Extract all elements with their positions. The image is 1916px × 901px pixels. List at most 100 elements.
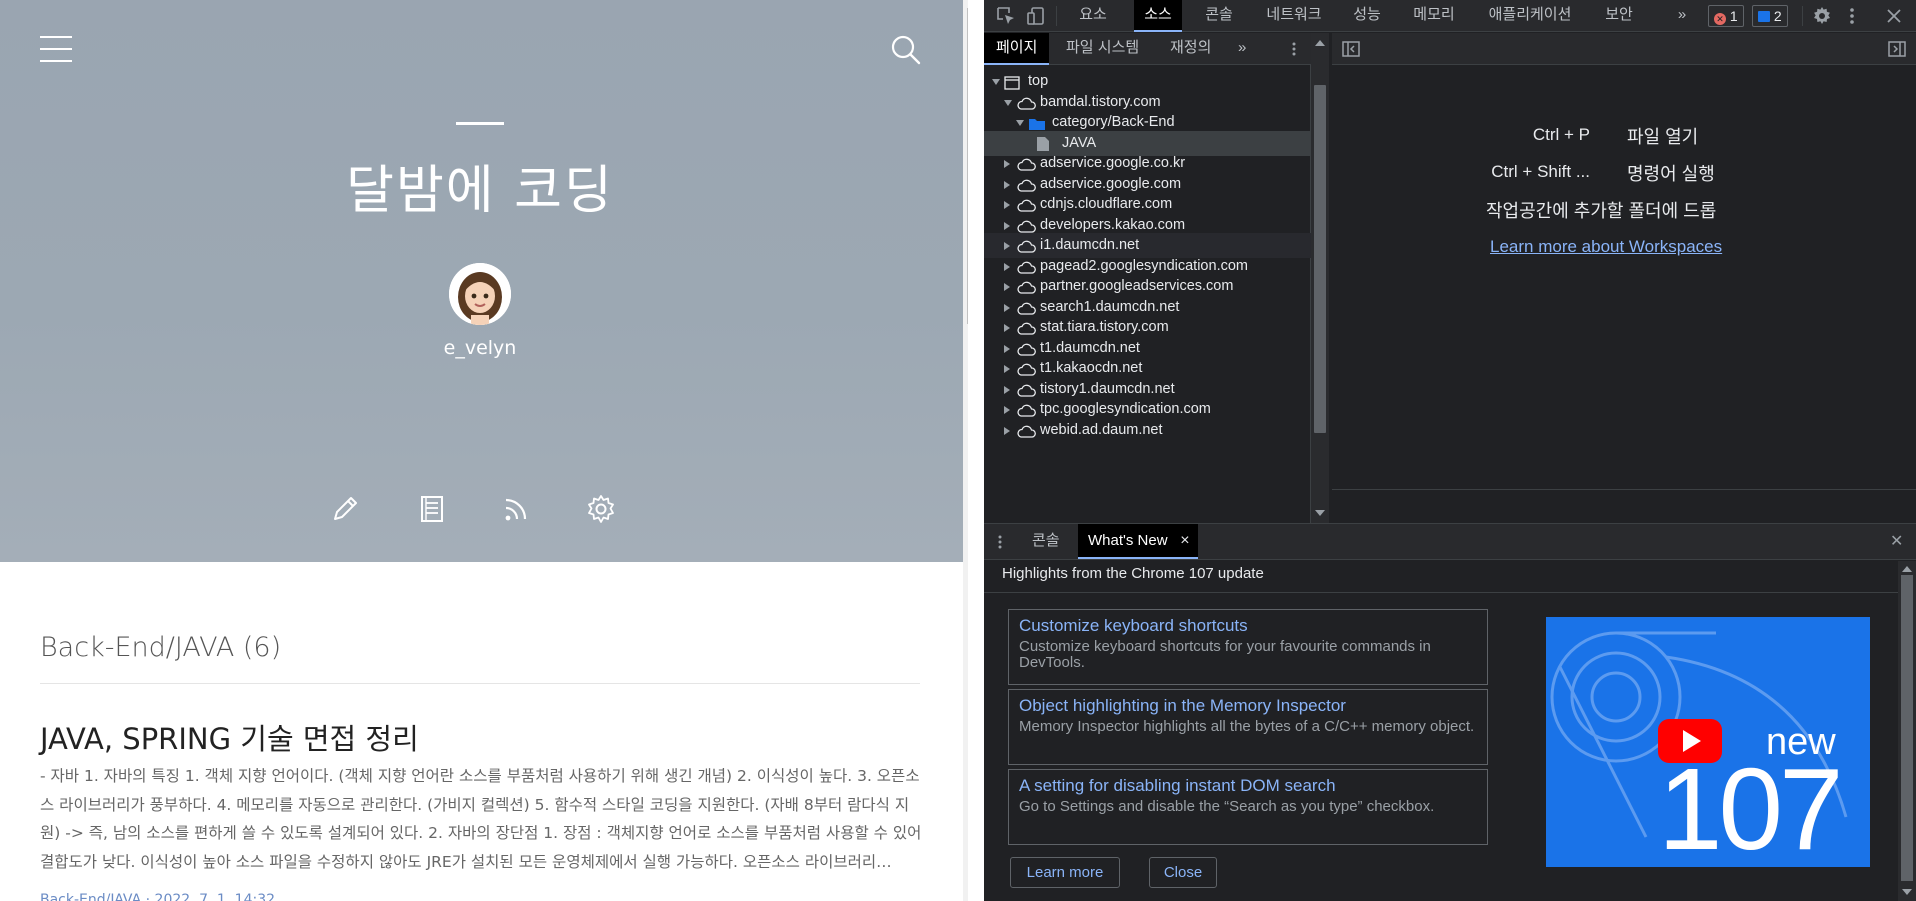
scrollbar-thumb[interactable] (1314, 85, 1326, 433)
error-count-badge[interactable]: ✕ 1 (1708, 5, 1744, 27)
separator (1056, 6, 1057, 26)
excerpt-line: 결합도가 낮다. 이식성이 높아 소스 파일을 수정하지 않아도 JRE가 설치… (40, 852, 892, 871)
scroll-up-arrow[interactable] (1902, 566, 1912, 572)
book-icon[interactable] (416, 493, 448, 525)
avatar[interactable] (449, 263, 511, 325)
more-navigator-tabs[interactable]: » (1238, 33, 1246, 65)
post-meta[interactable]: Back-End/JAVA · 2022. 7. 1. 14:32 (40, 892, 275, 901)
tab-console[interactable]: 콘솔 (1194, 0, 1244, 32)
toggle-debugger-icon[interactable] (1888, 41, 1906, 57)
collapse-triangle-icon[interactable] (1004, 426, 1010, 435)
feature-desc: Go to Settings and disable the “Search a… (1019, 798, 1435, 815)
collapse-triangle-icon[interactable] (1004, 385, 1010, 394)
separator (1802, 6, 1803, 26)
feature-title[interactable]: Object highlighting in the Memory Inspec… (1019, 695, 1477, 717)
feature-card[interactable]: Customize keyboard shortcuts Customize k… (1008, 609, 1488, 685)
tab-page[interactable]: 페이지 (984, 33, 1050, 65)
excerpt-line: 스 라이브러리가 풍부하다. 4. 메모리를 자동으로 관리한다. (가비지 컬… (40, 795, 910, 814)
collapse-triangle-icon[interactable] (1004, 283, 1010, 291)
feature-title[interactable]: Customize keyboard shortcuts (1019, 615, 1477, 637)
post-title[interactable]: JAVA, SPRING 기술 면접 정리 (40, 716, 419, 758)
feature-card[interactable]: A setting for disabling instant DOM sear… (1008, 769, 1488, 845)
menu-icon[interactable] (40, 36, 72, 62)
collapse-triangle-icon[interactable] (1004, 344, 1010, 353)
scroll-up-arrow[interactable] (1315, 40, 1325, 46)
scrollbar-thumb[interactable] (1901, 575, 1913, 881)
tab-security[interactable]: 보안 (1596, 0, 1642, 32)
collapse-triangle-icon[interactable] (1004, 221, 1010, 230)
collapse-triangle-icon[interactable] (1004, 406, 1010, 414)
pencil-icon[interactable] (329, 493, 361, 525)
whats-new-heading: Highlights from the Chrome 107 update (1002, 565, 1264, 582)
editor-pane: Ctrl + P 파일 열기 Ctrl + Shift ... 명령어 실행 작… (1332, 33, 1916, 523)
drawer-menu-icon[interactable] (992, 534, 1008, 550)
tab-overrides[interactable]: 재정의 (1170, 33, 1211, 65)
collapse-triangle-icon[interactable] (1004, 303, 1010, 312)
message-count: 2 (1773, 8, 1782, 24)
collapse-triangle-icon[interactable] (1004, 242, 1010, 250)
feature-desc: Customize keyboard shortcuts for your fa… (1019, 638, 1431, 671)
navigator-scrollbar[interactable] (1311, 33, 1329, 523)
close-button[interactable]: Close (1149, 857, 1217, 888)
shortcut-keys: Ctrl + Shift ... (1491, 162, 1590, 181)
toggle-navigator-icon[interactable] (1342, 41, 1360, 57)
file-tree: top bamdal.tistory.com category/Back-End JA… (984, 69, 1311, 519)
editor-status-bar (1332, 489, 1916, 523)
settings-gear-icon[interactable] (1812, 6, 1832, 26)
error-count: 1 (1729, 8, 1738, 24)
learn-more-button[interactable]: Learn more (1010, 857, 1120, 888)
expand-triangle-icon[interactable] (992, 79, 1000, 85)
close-devtools-icon[interactable] (1884, 6, 1904, 26)
expand-triangle-icon[interactable] (1004, 99, 1012, 106)
collapse-triangle-icon[interactable] (1004, 365, 1010, 373)
divider (968, 0, 984, 901)
drawer-scrollbar[interactable] (1898, 561, 1916, 901)
collapse-triangle-icon[interactable] (1004, 160, 1010, 168)
search-icon[interactable] (890, 34, 922, 66)
scroll-down-arrow[interactable] (1315, 510, 1325, 516)
chrome-107-promo-image: new 107 (1546, 617, 1870, 867)
excerpt-line: - 자바 1. 자바의 특징 1. 객체 지향 언어이다. (객체 지향 언어란… (40, 767, 920, 785)
drawer-tab-console[interactable]: 콘솔 (1032, 524, 1060, 559)
message-icon (1758, 11, 1770, 22)
tab-label: What's New (1088, 532, 1168, 549)
more-tabs-button[interactable]: » (1672, 0, 1692, 32)
drawer-tab-whats-new[interactable]: What's New × (1078, 524, 1198, 559)
more-options-icon[interactable] (1842, 6, 1862, 26)
shortcut-action: 파일 열기 (1627, 127, 1699, 147)
workspaces-link[interactable]: Learn more about Workspaces (1490, 237, 1722, 257)
tab-application[interactable]: 애플리케이션 (1476, 0, 1584, 32)
more-options-icon[interactable] (1286, 41, 1302, 57)
tab-filesystem[interactable]: 파일 시스템 (1066, 33, 1139, 65)
error-icon: ✕ (1714, 13, 1726, 25)
message-count-badge[interactable]: 2 (1752, 5, 1788, 27)
blog-page: 달밤에 코딩 e_velyn Back-End/JAVA (6) JAVA, S… (0, 0, 968, 901)
rss-icon[interactable] (500, 493, 532, 525)
tab-memory[interactable]: 메모리 (1404, 0, 1464, 32)
tab-elements[interactable]: 요소 (1068, 0, 1118, 32)
tab-network[interactable]: 네트워크 (1256, 0, 1332, 32)
collapse-triangle-icon[interactable] (1004, 262, 1010, 271)
scroll-down-arrow[interactable] (1902, 889, 1912, 895)
collapse-triangle-icon[interactable] (1004, 324, 1010, 332)
inspect-element-icon[interactable] (996, 6, 1016, 26)
device-toolbar-icon[interactable] (1026, 6, 1046, 26)
drawer-panel: 콘솔 What's New × ✕ Highlights from the Ch… (984, 523, 1916, 901)
close-tab-icon[interactable]: × (1180, 524, 1189, 557)
navigator-tabs: 페이지 파일 시스템 재정의 » (984, 33, 1311, 65)
post-excerpt[interactable]: - 자바 1. 자바의 특징 1. 객체 지향 언어이다. (객체 지향 언어란… (40, 762, 925, 876)
tab-sources[interactable]: 소스 (1134, 0, 1182, 32)
expand-triangle-icon[interactable] (1016, 120, 1024, 126)
collapse-triangle-icon[interactable] (1004, 180, 1010, 189)
feature-card[interactable]: Object highlighting in the Memory Inspec… (1008, 689, 1488, 765)
tab-performance[interactable]: 성능 (1344, 0, 1390, 32)
gear-icon[interactable] (585, 493, 617, 525)
collapse-triangle-icon[interactable] (1004, 201, 1010, 209)
tree-item[interactable]: webid.ad.daum.net (984, 418, 1311, 443)
feature-title[interactable]: A setting for disabling instant DOM sear… (1019, 775, 1477, 797)
username[interactable]: e_velyn (0, 337, 960, 359)
close-drawer-icon[interactable]: ✕ (1890, 531, 1903, 551)
title-rule (456, 122, 504, 125)
devtools-panel: 요소 소스 콘솔 네트워크 성능 메모리 애플리케이션 보안 » ✕ 1 2 페… (984, 0, 1916, 901)
tree-item-label: webid.ad.daum.net (1040, 421, 1163, 438)
